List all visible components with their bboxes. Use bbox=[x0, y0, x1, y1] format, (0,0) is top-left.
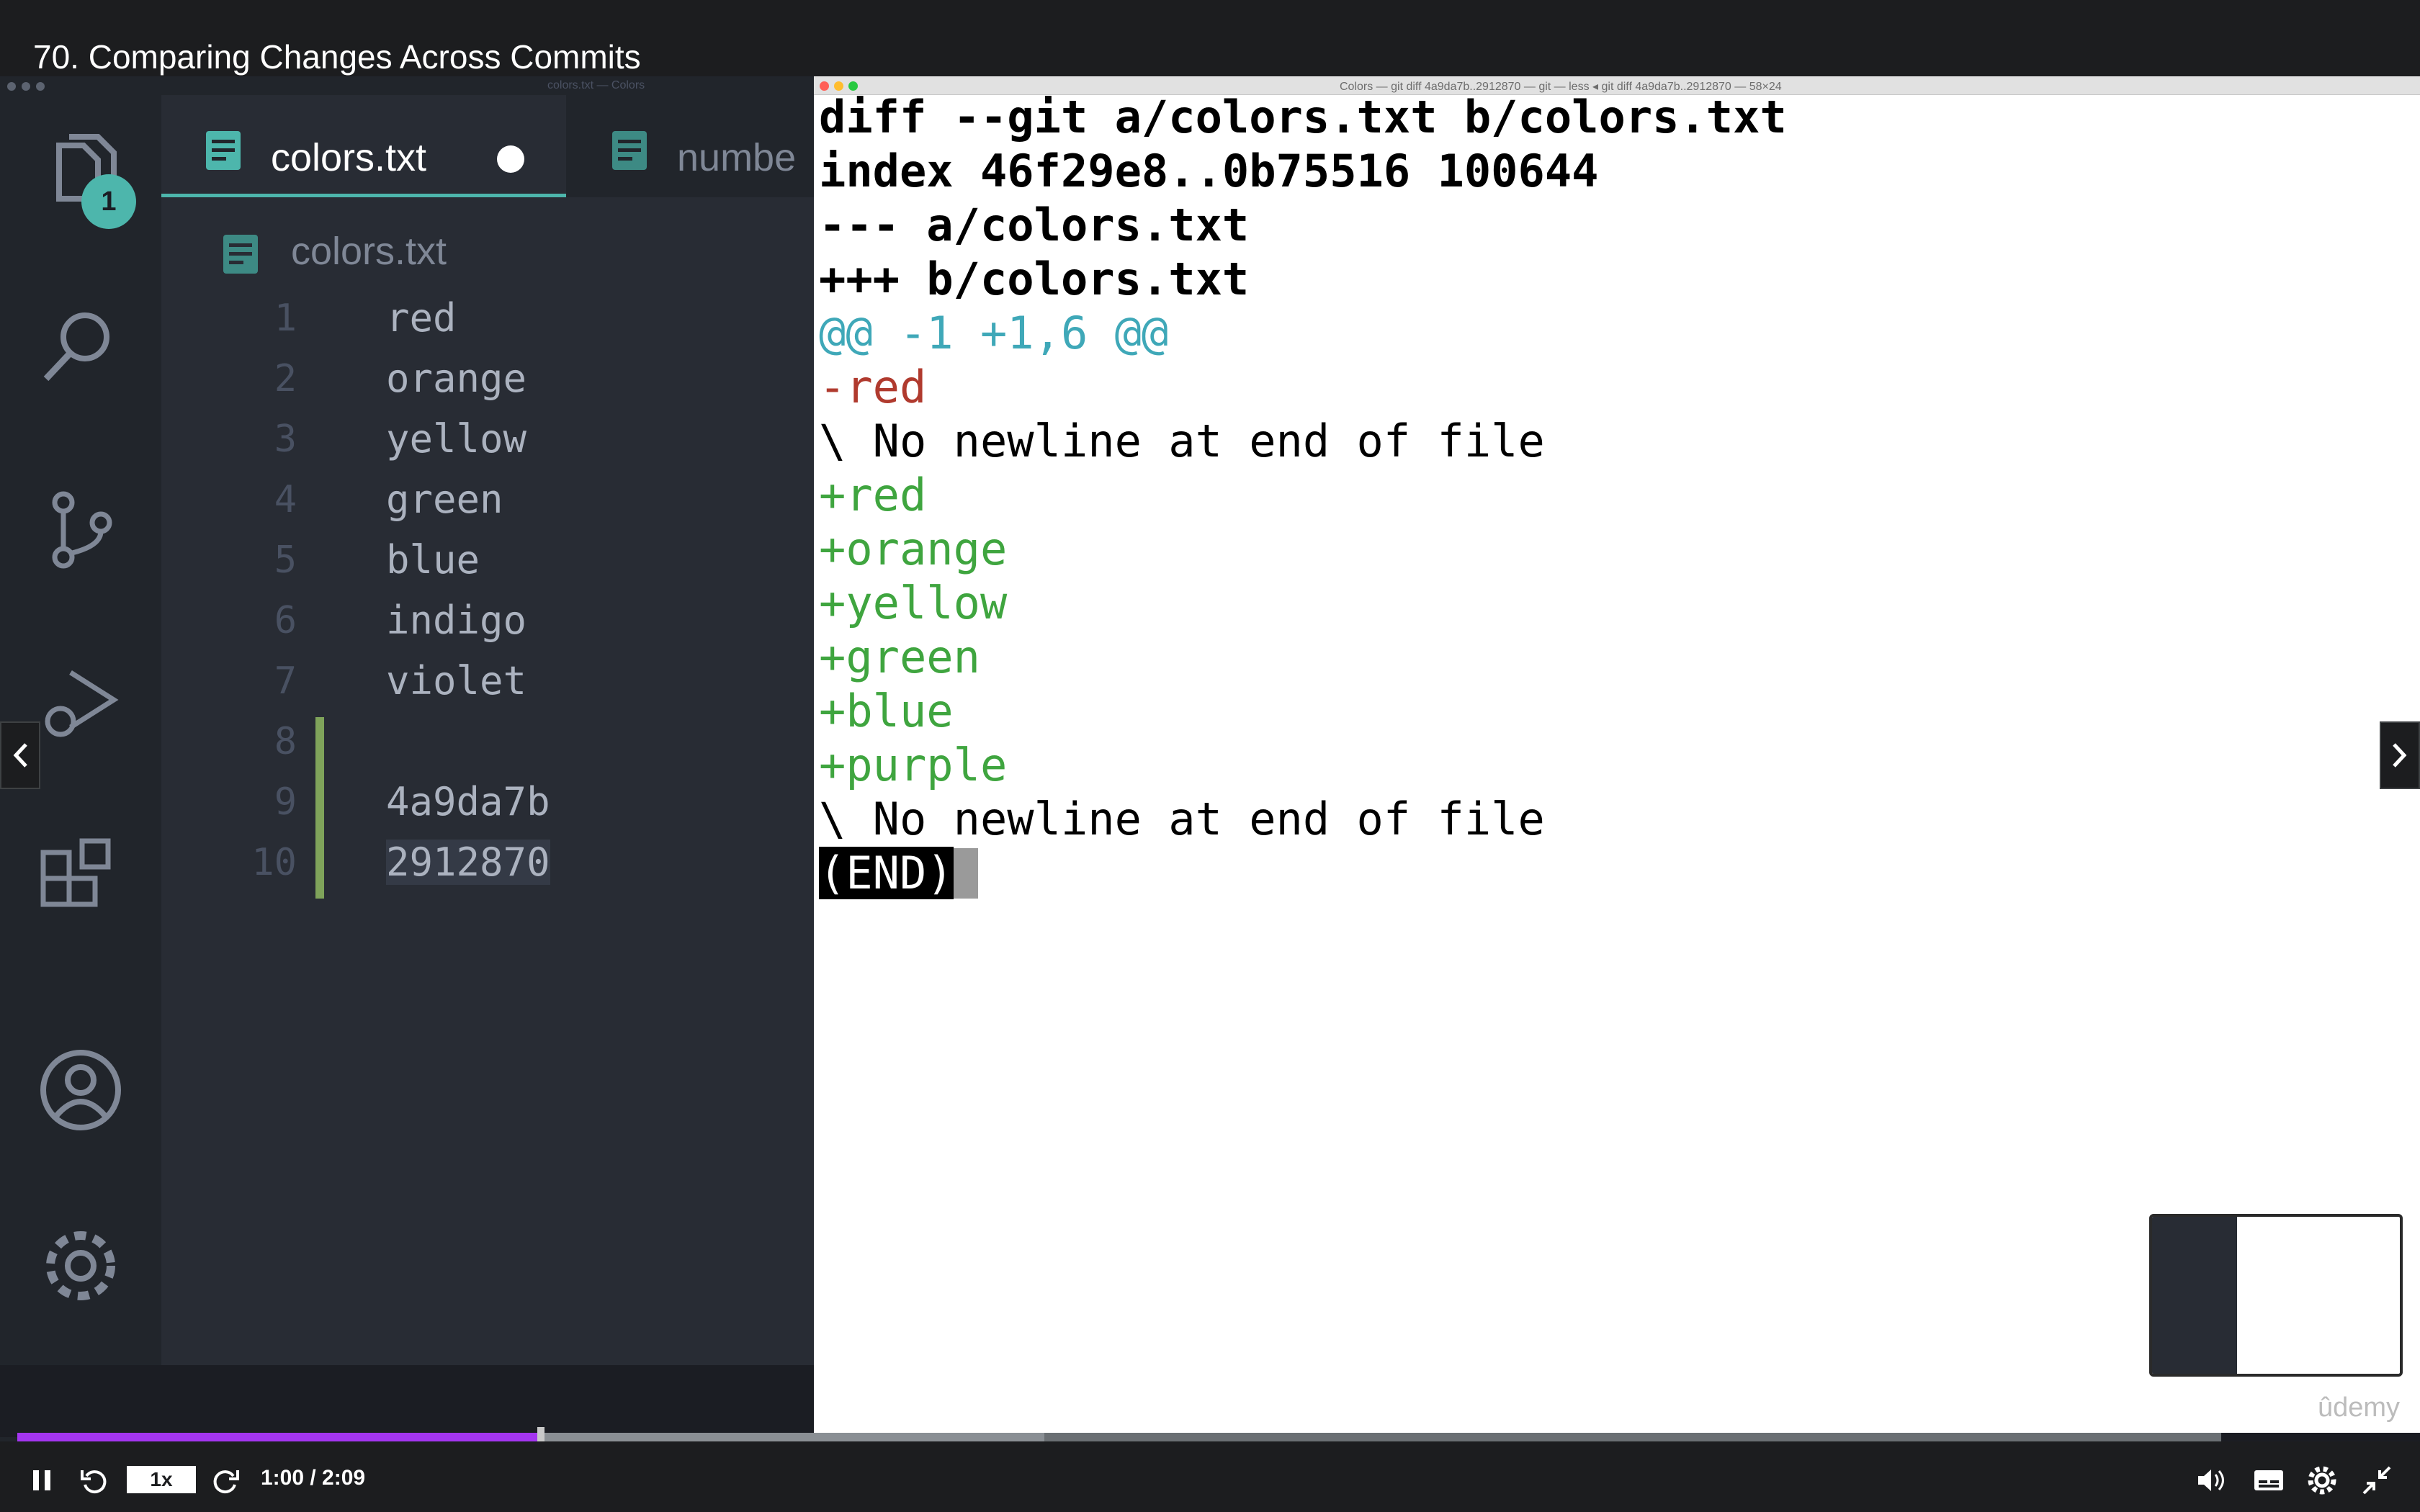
scrub-preview-thumbnail bbox=[2149, 1214, 2403, 1377]
line-number: 7 bbox=[274, 660, 297, 703]
editor-tabs: colors.txt numbe bbox=[161, 95, 814, 197]
breadcrumb[interactable]: colors.txt bbox=[291, 229, 447, 274]
diff-new-file-line: +++ b/colors.txt bbox=[819, 253, 1250, 305]
volume-button[interactable] bbox=[2194, 1463, 2228, 1498]
diff-no-newline-note: \ No newline at end of file bbox=[819, 793, 1545, 845]
pause-icon bbox=[33, 1470, 50, 1490]
code-line: violet bbox=[386, 658, 527, 703]
extensions-icon[interactable] bbox=[37, 838, 124, 924]
diff-added-line: +green bbox=[819, 631, 980, 683]
file-icon bbox=[206, 131, 241, 170]
udemy-watermark: ûdemy bbox=[2318, 1392, 2401, 1423]
code-line: indigo bbox=[386, 598, 527, 643]
playback-speed-button[interactable]: 1x bbox=[127, 1466, 196, 1493]
captions-icon bbox=[2254, 1470, 2283, 1490]
diff-removed-line: -red bbox=[819, 361, 927, 413]
file-icon bbox=[223, 235, 258, 274]
volume-icon bbox=[2198, 1470, 2224, 1491]
window-close-button[interactable] bbox=[7, 82, 16, 91]
file-icon bbox=[612, 131, 647, 170]
course-header: 70. Comparing Changes Across Commits bbox=[0, 0, 2420, 76]
git-change-indicator bbox=[315, 717, 324, 899]
code-line: green bbox=[386, 477, 503, 522]
diff-header-line: diff --git a/colors.txt b/colors.txt bbox=[819, 91, 1787, 143]
line-number: 1 bbox=[274, 297, 297, 340]
pause-button[interactable] bbox=[24, 1463, 59, 1498]
diff-added-line: +yellow bbox=[819, 577, 1008, 629]
gear-icon bbox=[2308, 1466, 2336, 1495]
diff-index-line: index 46f29e8..0b75516 100644 bbox=[819, 145, 1599, 197]
next-lecture-button[interactable] bbox=[2380, 721, 2420, 789]
editor-titlebar: colors.txt — Colors bbox=[0, 76, 814, 95]
line-number: 6 bbox=[274, 599, 297, 642]
window-minimize-button[interactable] bbox=[22, 82, 30, 91]
line-number: 2 bbox=[274, 357, 297, 400]
diff-added-line: +red bbox=[819, 469, 927, 521]
terminal-close-button[interactable] bbox=[820, 81, 829, 91]
rewind-button[interactable] bbox=[76, 1463, 111, 1498]
explorer-badge: 1 bbox=[81, 174, 136, 229]
thumbnail-editor-area bbox=[2152, 1217, 2237, 1374]
chevron-right-icon bbox=[2393, 743, 2407, 768]
line-number: 9 bbox=[274, 780, 297, 824]
code-line: blue bbox=[386, 537, 480, 582]
tab-label: colors.txt bbox=[271, 136, 427, 179]
line-number: 8 bbox=[274, 720, 297, 763]
time-display: 1:00 / 2:09 bbox=[261, 1466, 366, 1490]
terminal-cursor bbox=[953, 848, 978, 899]
terminal-zoom-button[interactable] bbox=[848, 81, 858, 91]
line-number: 4 bbox=[274, 478, 297, 521]
played-progress-bar bbox=[17, 1433, 537, 1441]
diff-added-line: +orange bbox=[819, 523, 1008, 575]
chevron-left-icon bbox=[13, 743, 27, 768]
previous-lecture-button[interactable] bbox=[0, 721, 40, 789]
source-control-icon[interactable] bbox=[37, 487, 124, 573]
window-zoom-button[interactable] bbox=[36, 82, 45, 91]
diff-added-line: +purple bbox=[819, 739, 1008, 791]
pager-end-line: (END) bbox=[819, 847, 978, 899]
diff-old-file-line: --- a/colors.txt bbox=[819, 199, 1250, 251]
rewind-icon bbox=[81, 1470, 107, 1494]
code-line: yellow bbox=[386, 416, 527, 462]
exit-fullscreen-icon bbox=[2362, 1466, 2391, 1495]
settings-gear-icon[interactable] bbox=[37, 1223, 124, 1309]
code-editor-window: colors.txt — Colors 1 colors.txt numbe c… bbox=[0, 76, 814, 1509]
tab-label: numbe bbox=[677, 136, 797, 179]
fullscreen-exit-button[interactable] bbox=[2360, 1463, 2394, 1498]
player-control-bar: 1x 1:00 / 2:09 bbox=[0, 1441, 2420, 1512]
search-icon[interactable] bbox=[37, 302, 124, 389]
diff-no-newline-note: \ No newline at end of file bbox=[819, 415, 1545, 467]
account-icon[interactable] bbox=[37, 1047, 124, 1133]
diff-added-line: +blue bbox=[819, 685, 954, 737]
code-line-selected: 2912870 bbox=[386, 840, 550, 885]
debug-icon[interactable] bbox=[37, 662, 124, 749]
code-line: orange bbox=[386, 356, 527, 401]
line-number: 10 bbox=[251, 841, 297, 884]
forward-button[interactable] bbox=[209, 1463, 243, 1498]
course-title: 70. Comparing Changes Across Commits bbox=[33, 38, 641, 76]
line-number: 3 bbox=[274, 418, 297, 461]
tab-colors-txt[interactable]: colors.txt bbox=[161, 95, 566, 197]
pager-end-marker: (END) bbox=[819, 847, 954, 899]
code-line: 4a9da7b bbox=[386, 779, 550, 824]
settings-button[interactable] bbox=[2305, 1463, 2339, 1498]
editor-window-title: colors.txt — Colors bbox=[547, 79, 645, 91]
terminal-minimize-button[interactable] bbox=[834, 81, 843, 91]
line-number: 5 bbox=[274, 539, 297, 582]
unsaved-dot-icon[interactable] bbox=[497, 145, 524, 173]
code-line: red bbox=[386, 295, 457, 341]
diff-hunk-header: @@ -1 +1,6 @@ bbox=[819, 307, 1169, 359]
forward-icon bbox=[213, 1470, 239, 1494]
captions-button[interactable] bbox=[2251, 1463, 2286, 1498]
